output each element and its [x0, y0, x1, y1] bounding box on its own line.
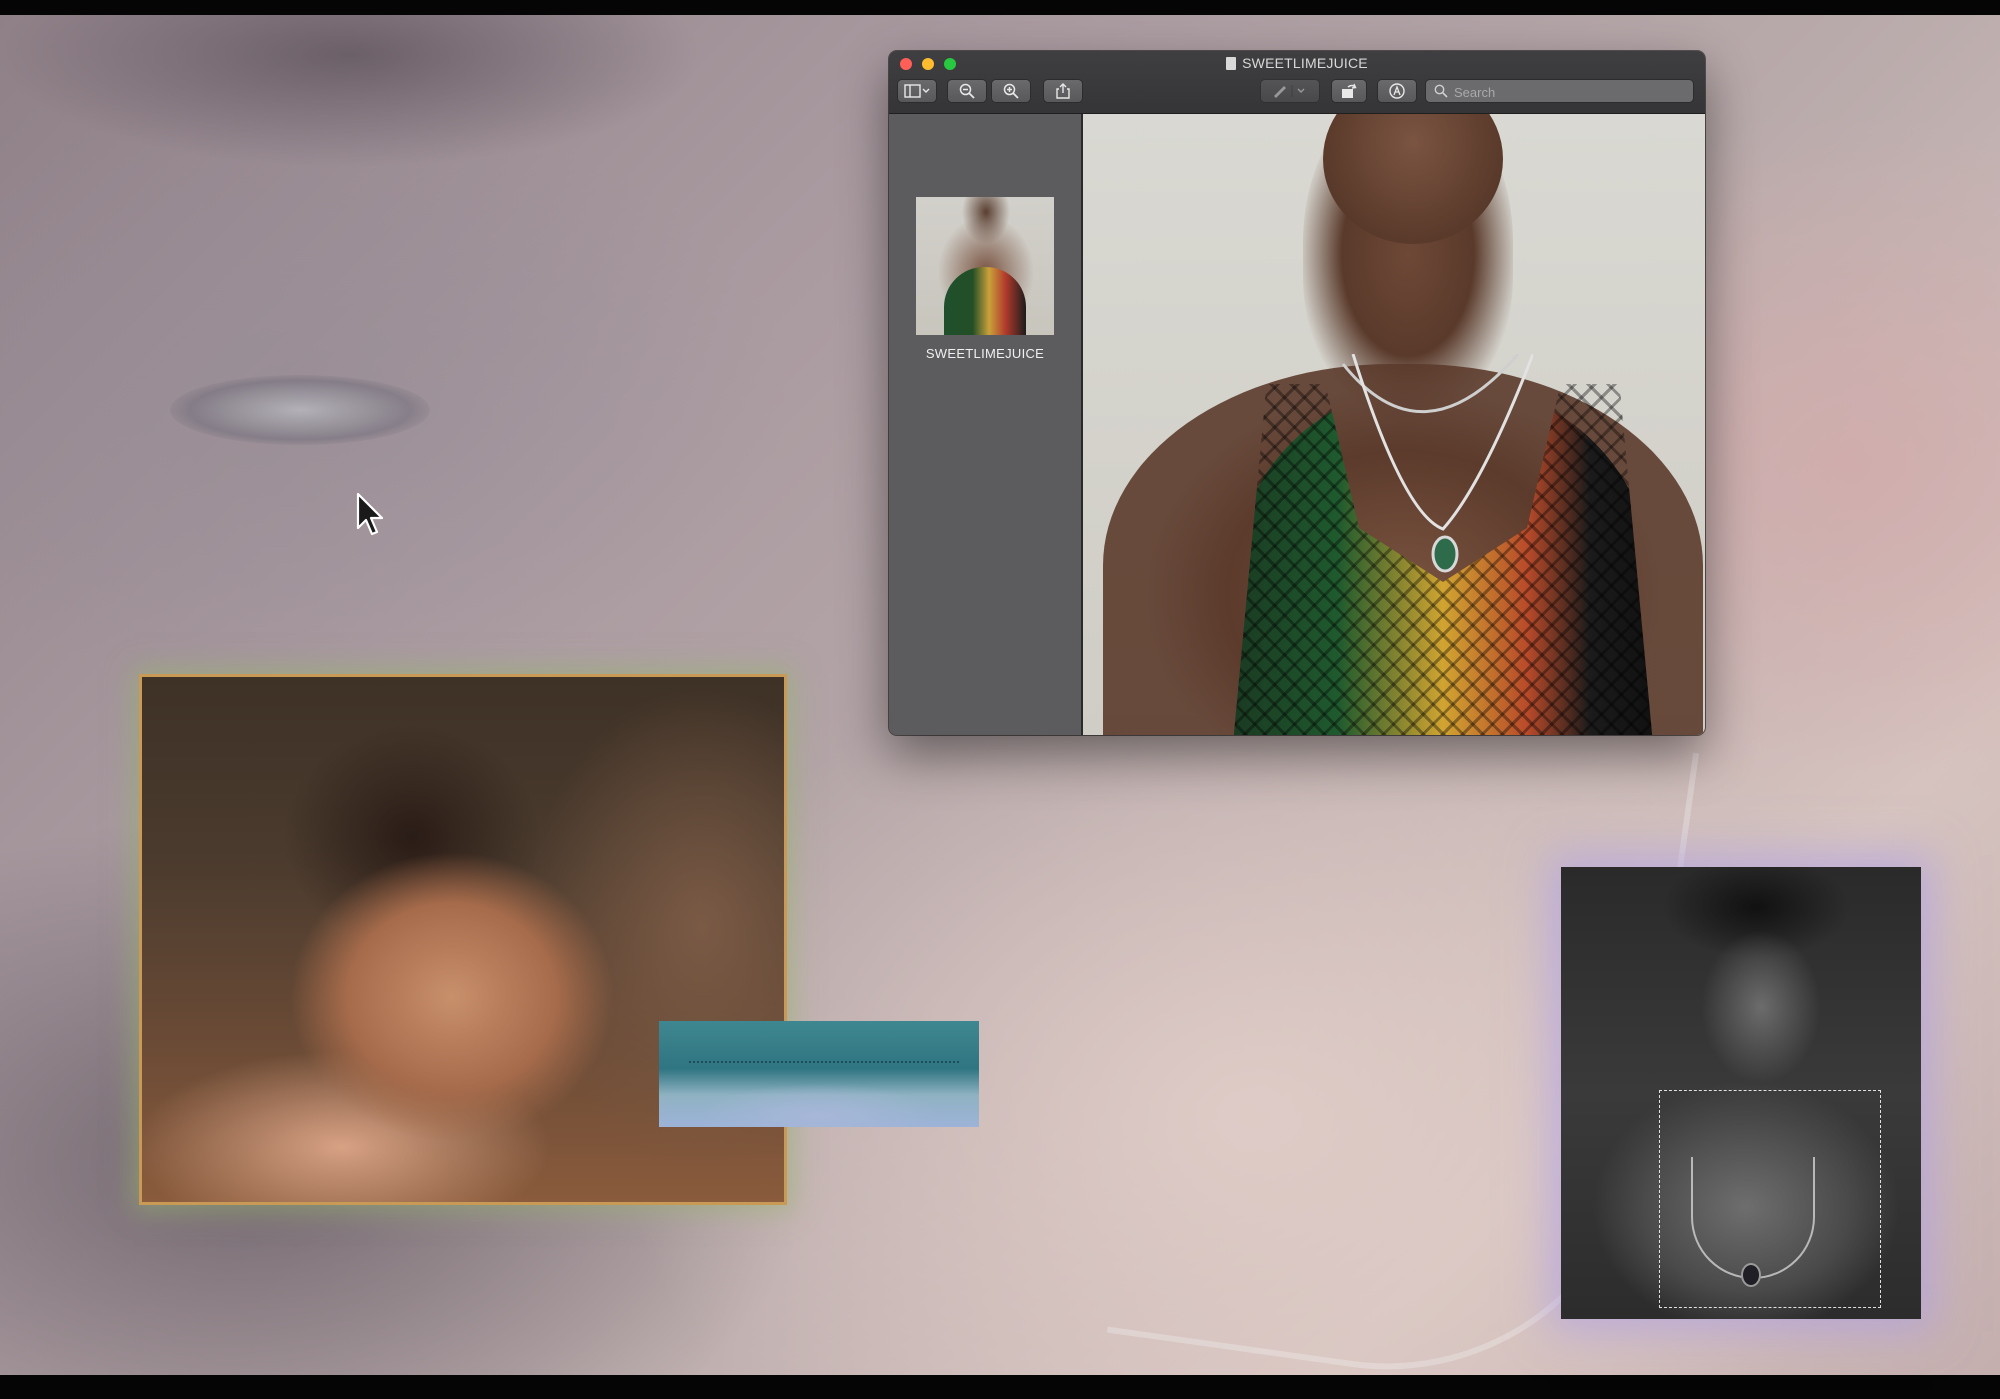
document-canvas[interactable] — [1083, 114, 1705, 735]
screen-top-bar — [0, 0, 2000, 15]
arrow-cursor-icon — [356, 492, 384, 536]
search-icon — [1434, 84, 1448, 98]
preview-window[interactable]: SWEETLIMEJUICE Search SWEETLIMEJUICE — [889, 51, 1705, 735]
share-icon — [1056, 83, 1070, 99]
search-field[interactable] — [1426, 80, 1693, 102]
sidebar-toggle-button[interactable] — [898, 80, 936, 102]
window-title-text: SWEETLIMEJUICE — [1242, 55, 1368, 71]
search-input[interactable] — [1452, 82, 1686, 102]
necklace-graphic — [1341, 354, 1533, 573]
zoom-out-button[interactable] — [948, 80, 986, 102]
screen-bottom-bar — [0, 1375, 2000, 1399]
markup-pen-icon — [1274, 85, 1305, 98]
markup-pen-button[interactable] — [1261, 80, 1319, 102]
page-thumbnail[interactable] — [916, 197, 1054, 335]
selection-rectangle[interactable] — [1659, 1090, 1881, 1308]
sidebar-toggle-icon — [904, 84, 930, 98]
annotate-button[interactable] — [1378, 80, 1416, 102]
annotate-icon — [1389, 83, 1405, 99]
thumbnail-sidebar[interactable]: SWEETLIMEJUICE — [889, 114, 1083, 735]
share-button[interactable] — [1044, 80, 1082, 102]
window-title: SWEETLIMEJUICE — [889, 55, 1705, 71]
rotate-button[interactable] — [1332, 80, 1366, 102]
rotate-icon — [1342, 83, 1357, 98]
thumbnail-label: SWEETLIMEJUICE — [925, 346, 1045, 361]
zoom-in-button[interactable] — [992, 80, 1030, 102]
black-white-portrait-photo[interactable] — [1561, 867, 1921, 1319]
zoom-in-icon — [1003, 83, 1019, 99]
document-icon — [1226, 57, 1237, 70]
window-titlebar[interactable]: SWEETLIMEJUICE — [889, 51, 1705, 114]
fabric-detail-photo[interactable] — [659, 1021, 979, 1127]
zoom-out-icon — [959, 83, 975, 99]
